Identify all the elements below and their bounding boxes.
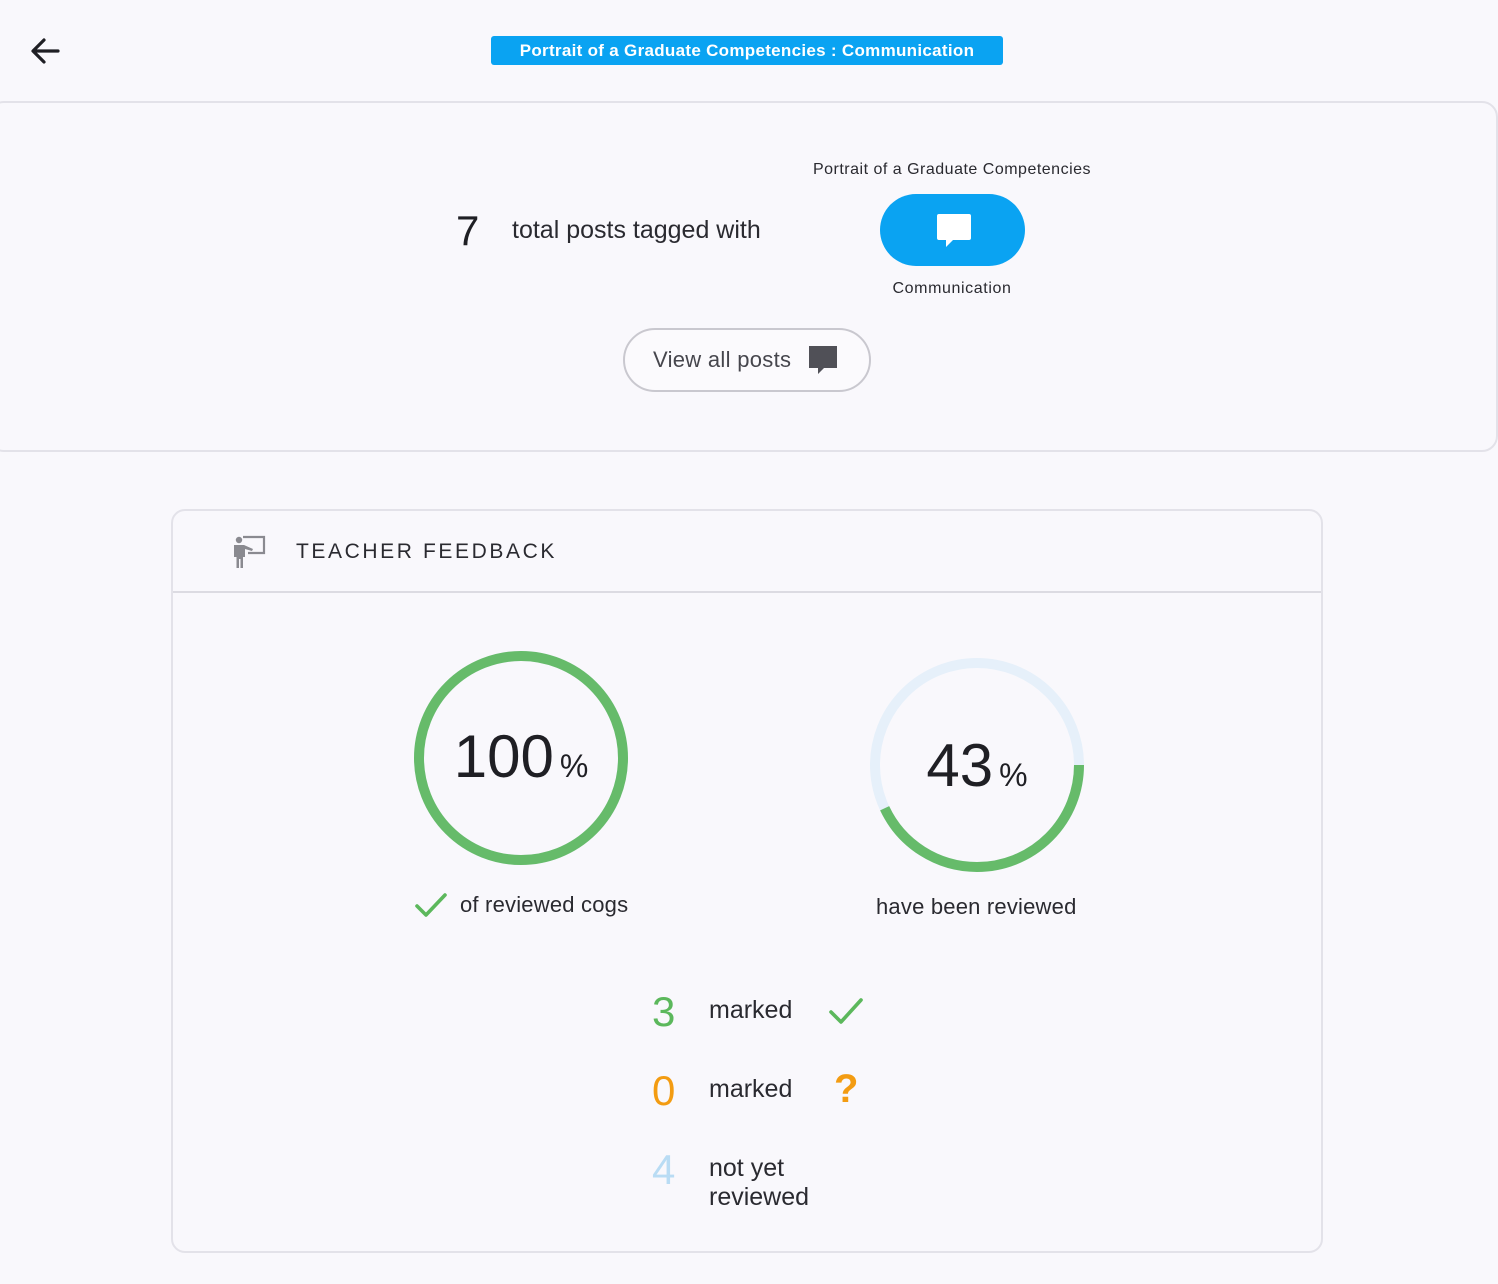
reviewed-cogs-caption: of reviewed cogs: [414, 891, 628, 919]
reviewed-posts-gauge: 43%: [867, 655, 1087, 875]
competency-group-label: Portrait of a Graduate Competencies: [812, 161, 1092, 178]
page-title-chip: Portrait of a Graduate Competencies : Co…: [491, 36, 1003, 65]
marked-correct-count: 3: [652, 988, 676, 1035]
speech-bubble-icon: [936, 214, 971, 247]
check-icon: [415, 893, 447, 917]
not-reviewed-label: not yet reviewed: [709, 1154, 810, 1211]
reviewed-cogs-percent: 100: [453, 723, 554, 790]
reviewed-cogs-gauge: 100%: [411, 648, 631, 868]
back-button[interactable]: [24, 30, 66, 72]
page: Portrait of a Graduate Competencies : Co…: [0, 0, 1498, 1284]
marked-question-count: 0: [652, 1067, 676, 1114]
view-all-posts-label: View all posts: [653, 347, 792, 372]
reviewed-cogs-unit: %: [559, 748, 589, 784]
total-posts-count: 7: [456, 207, 480, 254]
view-all-posts-button[interactable]: View all posts: [623, 328, 871, 392]
feedback-card-header: TEACHER FEEDBACK: [173, 511, 1321, 593]
communication-tag-button[interactable]: [880, 194, 1025, 266]
reviewed-posts-caption: have been reviewed: [876, 894, 1077, 919]
summary-card: [0, 101, 1498, 452]
comment-icon: [807, 344, 839, 376]
tag-name: Communication: [892, 280, 1012, 297]
marked-question-label: marked: [709, 1075, 793, 1103]
reviewed-posts-percent: 43: [926, 732, 994, 799]
question-icon: ?: [834, 1067, 859, 1111]
teacher-feedback-card: TEACHER FEEDBACK: [171, 509, 1323, 1253]
feedback-title: TEACHER FEEDBACK: [296, 540, 557, 563]
total-posts-text: total posts tagged with: [512, 216, 761, 244]
marked-correct-label: marked: [709, 996, 793, 1024]
reviewed-posts-unit: %: [999, 757, 1028, 793]
arrow-left-icon: [31, 38, 60, 64]
not-reviewed-count: 4: [652, 1146, 676, 1193]
check-icon: [829, 998, 863, 1024]
teacher-board-icon: [231, 534, 267, 575]
reviewed-cogs-caption-text: of reviewed cogs: [460, 892, 629, 917]
